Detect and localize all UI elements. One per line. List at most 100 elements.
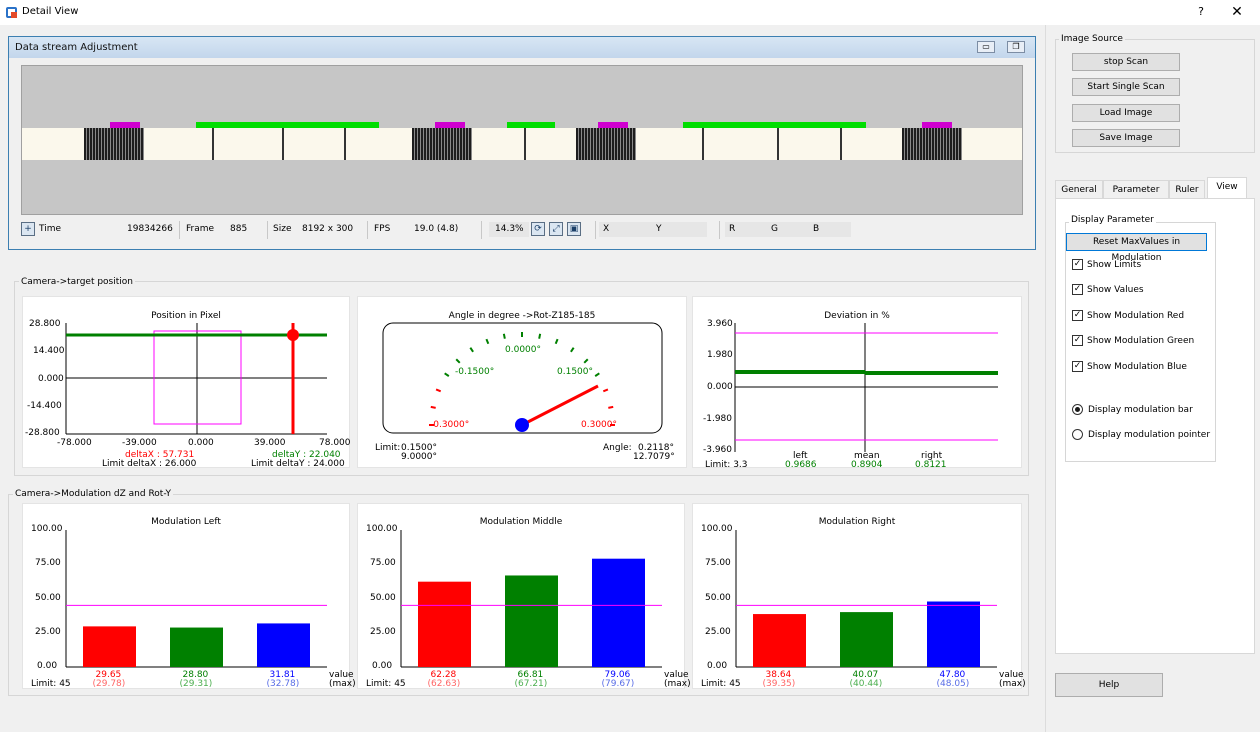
mod-ytick: 0.00 [372,661,393,671]
mod-ytick: 75.00 [705,558,731,569]
stream-status-bar: + Time 19834266 Frame 885 Size 8192 x 30… [21,221,1027,239]
mod-ytick: 50.00 [370,592,396,603]
close-icon[interactable]: ✕ [1226,3,1248,21]
start-single-scan-button[interactable]: Start Single Scan [1072,78,1180,96]
gauge-label-left-mid: -0.1500° [455,367,495,377]
bar-red [418,581,471,667]
refresh-icon[interactable]: ⟳ [531,222,545,236]
tab-general[interactable]: General [1055,180,1103,198]
pos-xtick: 0.000 [188,438,214,448]
dev-mean-value: 0.8904 [851,460,883,470]
modulation-bar-radio[interactable] [1072,404,1083,415]
stream-window-title: Data stream Adjustment [15,42,138,53]
load-image-button[interactable]: Load Image [1072,104,1180,122]
show-mod-green-label: Show Modulation Green [1087,336,1195,346]
modulation-middle-panel: Modulation Middle 100.00 75.00 50.00 25.00 0.… [357,503,691,689]
target-position-title: Camera->target position [19,277,135,287]
mod-ytick: 100.00 [366,524,398,534]
fps-value: 19.0 (4.8) [414,224,459,234]
show-mod-blue-checkbox[interactable]: ✓ [1072,361,1083,372]
modulation-pointer-radio[interactable] [1072,429,1083,440]
stream-image[interactable] [21,65,1023,215]
bar-green [505,575,558,667]
bar-max-label: (40.44) [849,679,883,689]
mod-ytick: 50.00 [705,592,731,603]
stream-window: Data stream Adjustment ▭ ❐ + Time 198342… [8,36,1036,250]
modulation-limit: Limit: 45 [31,679,71,689]
right-sidebar: Image Source stop Scan Start Single Scan… [1047,25,1260,732]
target-pattern [412,128,472,160]
stop-scan-button[interactable]: stop Scan [1072,53,1180,71]
gauge-label-top: 0.0000° [505,345,541,355]
strip-line [777,128,779,160]
angle-limit-2: 9.0000° [401,452,437,462]
modulation-middle-chart [400,530,662,668]
position-panel: Position in Pixel 28.800 14.400 0.000 -1… [22,296,351,469]
fit-icon[interactable]: ⤢ [549,222,563,236]
image-source-title: Image Source [1059,34,1125,44]
strip-line [344,128,346,160]
show-mod-red-label: Show Modulation Red [1087,311,1185,321]
mod-ytick: 100.00 [701,524,733,534]
show-values-checkbox[interactable]: ✓ [1072,284,1083,295]
bar-max-label: (29.78) [92,679,126,689]
bar-max-label: (32.78) [266,679,300,689]
title-bar: Detail View ? ✕ [0,0,1260,25]
bar-max-label: (67.21) [514,679,548,689]
save-image-button[interactable]: Save Image [1072,129,1180,147]
size-value: 8192 x 300 [302,224,354,234]
show-mod-green-checkbox[interactable]: ✓ [1072,335,1083,346]
mod-ytick: 25.00 [35,626,61,637]
reset-maxvalues-button[interactable]: Reset MaxValues in Modulation [1066,233,1207,263]
help-button[interactable]: Help [1055,673,1163,697]
minimize-icon[interactable]: ▭ [977,41,995,53]
angle-value-2: 12.7079° [633,452,675,462]
bar-max-label: (62.63) [427,679,461,689]
mod-ytick: 25.00 [705,626,731,637]
mod-ytick: 75.00 [35,558,61,569]
stream-window-titlebar: Data stream Adjustment ▭ ❐ [9,37,1035,58]
marker-green [196,122,379,128]
help-icon[interactable]: ? [1192,3,1210,21]
angle-panel: Angle in degree ->Rot-Z185-185 0.0000° -… [357,296,687,468]
crosshair-icon[interactable]: + [21,222,35,236]
dev-left-value: 0.9686 [785,460,817,470]
restore-icon[interactable]: ❐ [1007,41,1025,53]
show-limits-label: Show Limits [1087,260,1142,270]
mod-ytick: 75.00 [370,558,396,569]
dev-limit: Limit: 3.3 [705,460,748,470]
bar-blue [257,623,310,667]
mod-ytick: 0.00 [707,661,728,671]
r-label: R [729,224,736,234]
time-label: Time [39,224,62,234]
gauge-label-right-end: 0.3000° [581,420,617,430]
angle-label: Angle: [603,443,632,453]
bar-blue [927,601,980,667]
window-title: Detail View [22,6,79,17]
show-limits-checkbox[interactable]: ✓ [1072,259,1083,270]
dev-right-value: 0.8121 [915,460,947,470]
pos-ytick: 0.000 [38,374,64,384]
limit-delta-y: Limit deltaY : 24.000 [251,459,345,469]
target-pattern [902,128,962,160]
mod-ytick: 0.00 [37,661,58,671]
pos-xtick: 39.000 [254,438,286,448]
marker-green [683,122,866,128]
mod-ytick: 100.00 [31,524,63,534]
tab-view[interactable]: View [1207,177,1247,198]
tab-ruler[interactable]: Ruler [1169,180,1205,198]
pos-xtick: -39.000 [122,438,157,448]
pos-ytick: -28.800 [25,428,60,438]
strip-line [212,128,214,160]
show-values-label: Show Values [1087,285,1144,295]
tab-parameter[interactable]: Parameter [1103,180,1169,198]
pos-ytick: 14.400 [33,346,65,356]
show-mod-red-checkbox[interactable]: ✓ [1072,310,1083,321]
mod-ytick: 25.00 [370,626,396,637]
deviation-plot [734,323,998,452]
gauge-label-left-end: -0.3000° [430,420,470,430]
save-icon[interactable]: ▣ [567,222,581,236]
app-icon [6,7,17,18]
modulation-bar-label: Display modulation bar [1088,405,1193,415]
pos-ytick: 28.800 [29,319,61,329]
